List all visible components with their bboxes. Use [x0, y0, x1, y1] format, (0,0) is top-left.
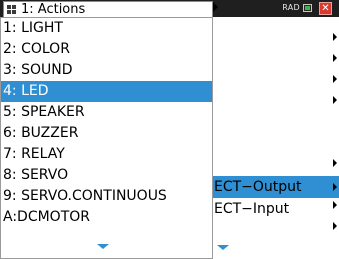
submenu-arrow-icon: [333, 96, 337, 104]
submenu-item-label: ECT−Output: [214, 179, 302, 195]
menu-item-buzzer[interactable]: 6: BUZZER: [1, 123, 212, 144]
submenu-arrow-icon: [333, 183, 337, 191]
submenu-arrow-icon: [333, 222, 337, 230]
submenu-arrow-icon: [333, 33, 337, 41]
menu-item-led[interactable]: 4: LED: [1, 81, 212, 102]
status-area: RAD ✕: [219, 1, 337, 16]
document-grid-icon: [7, 5, 16, 14]
title-bar: 1: Actions RAD ✕: [0, 0, 339, 17]
menu-item-relay[interactable]: 7: RELAY: [1, 144, 212, 165]
menu-item-light[interactable]: 1: LIGHT: [1, 18, 212, 39]
scroll-down-icon[interactable]: [217, 245, 229, 250]
submenu-arrow-icon: [333, 159, 337, 167]
menu-item-servo[interactable]: 8: SERVO: [1, 165, 212, 186]
submenu-item-input[interactable]: ECT−Input: [214, 198, 289, 220]
menu-item-color[interactable]: 2: COLOR: [1, 39, 212, 60]
tab-actions[interactable]: 1: Actions: [3, 1, 213, 17]
angle-mode-label: RAD: [282, 3, 300, 12]
submenu-arrow-icon: [333, 54, 337, 62]
submenu-arrow-icon: [333, 75, 337, 83]
menu-item-sound[interactable]: 3: SOUND: [1, 60, 212, 81]
close-icon[interactable]: ✕: [319, 2, 332, 15]
submenu-item-output[interactable]: ECT−Output: [212, 176, 339, 198]
scroll-down-icon[interactable]: [97, 244, 109, 249]
menu-item-servo-continuous[interactable]: 9: SERVO.CONTINUOUS: [1, 186, 212, 207]
actions-dropdown-menu: 1: LIGHT 2: COLOR 3: SOUND 4: LED 5: SPE…: [0, 17, 213, 259]
battery-icon: [303, 3, 315, 13]
submenu-arrow-icon: [333, 201, 337, 209]
menu-item-dcmotor[interactable]: A:DCMOTOR: [1, 207, 212, 228]
tab-label: 1: Actions: [21, 2, 86, 17]
menu-item-speaker[interactable]: 5: SPEAKER: [1, 102, 212, 123]
tab-menu-arrow-icon[interactable]: [213, 2, 218, 12]
